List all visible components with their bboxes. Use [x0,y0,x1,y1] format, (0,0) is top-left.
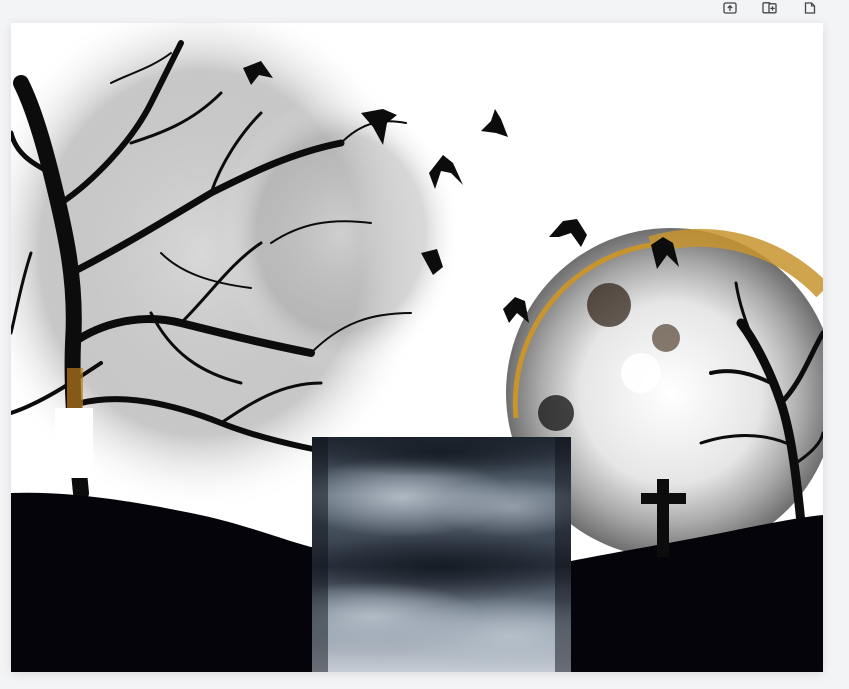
canvas-toolbar [721,0,819,14]
editor-workspace [0,0,849,689]
stormy-clouds-image[interactable] [312,437,571,672]
upload-button[interactable] [721,0,739,14]
add-page-button[interactable] [761,0,779,14]
upload-icon [723,2,737,14]
page-icon [804,2,816,14]
page-options-button[interactable] [801,0,819,14]
design-canvas[interactable] [11,23,823,672]
add-page-icon [762,2,777,14]
